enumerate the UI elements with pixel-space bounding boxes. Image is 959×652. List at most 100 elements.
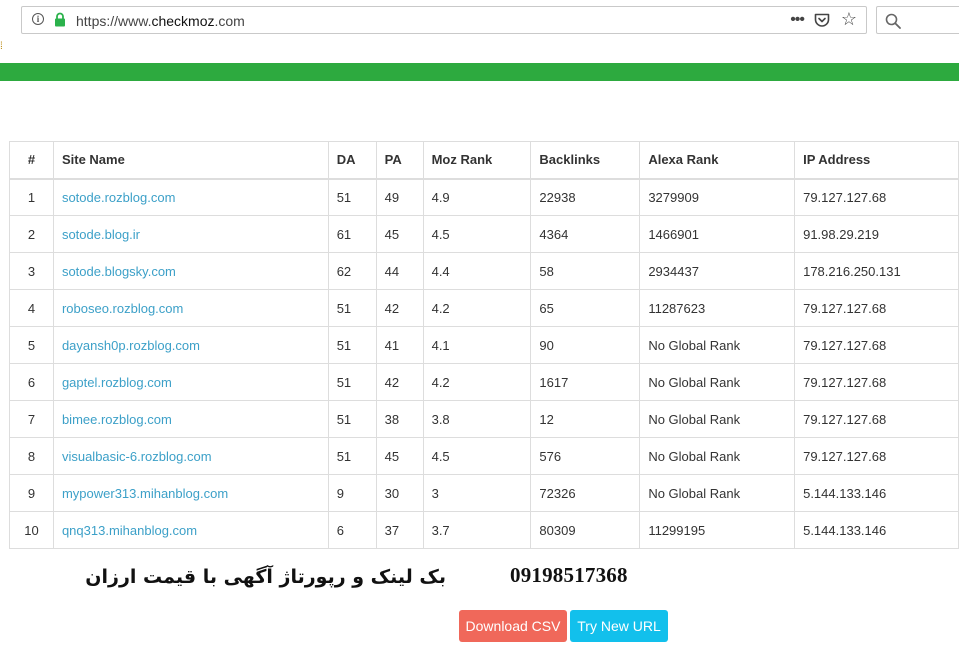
table-row: 2 sotode.blog.ir 61 45 4.5 4364 1466901 91.98.2… — [9, 215, 959, 253]
try-new-url-button[interactable]: Try New URL — [570, 610, 668, 642]
site-link[interactable]: visualbasic-6.rozblog.com — [62, 449, 212, 464]
site-name-cell: qnq313.mihanblog.com — [52, 511, 329, 549]
table-row: 10 qnq313.mihanblog.com 6 37 3.7 80309 1129919… — [9, 511, 959, 549]
table-cell: 51 — [327, 363, 377, 401]
table-cell: 5 — [9, 326, 54, 364]
table-cell: 65 — [530, 289, 641, 327]
table-cell: 2 — [9, 215, 54, 253]
table-cell: 42 — [375, 289, 424, 327]
site-name-cell: bimee.rozblog.com — [52, 400, 329, 438]
table-cell: 4.5 — [422, 215, 532, 253]
table-row: 8 visualbasic-6.rozblog.com 51 45 4.5 576 No G… — [9, 437, 959, 475]
table-cell: 9 — [9, 474, 54, 512]
table-cell: 49 — [375, 178, 424, 216]
pocket-icon[interactable] — [814, 13, 830, 28]
table-cell: 91.98.29.219 — [794, 215, 959, 253]
address-bar[interactable]: i https://www.checkmoz.com ••• ☆ — [21, 6, 867, 34]
table-cell: 45 — [375, 437, 424, 475]
table-cell: 576 — [530, 437, 641, 475]
phone-number: 09198517368 — [510, 563, 628, 587]
site-link[interactable]: bimee.rozblog.com — [62, 412, 172, 427]
table-cell: 1 — [9, 178, 54, 216]
results-table: # Site Name DA PA Moz Rank Backlinks Ale… — [9, 141, 959, 549]
site-link[interactable]: gaptel.rozblog.com — [62, 375, 172, 390]
table-row: 9 mypower313.mihanblog.com 9 30 3 72326 No Glo… — [9, 474, 959, 512]
table-cell: 4.2 — [422, 289, 532, 327]
table-cell: 22938 — [530, 178, 641, 216]
table-cell: 4364 — [530, 215, 641, 253]
site-link[interactable]: qnq313.mihanblog.com — [62, 523, 197, 538]
table-cell: No Global Rank — [639, 437, 796, 475]
column-header: DA — [327, 141, 377, 180]
table-cell: 10 — [9, 511, 54, 549]
table-cell: No Global Rank — [639, 400, 796, 438]
search-box[interactable] — [876, 6, 959, 34]
table-cell: 72326 — [530, 474, 641, 512]
site-name-cell: gaptel.rozblog.com — [52, 363, 329, 401]
table-header-row: # Site Name DA PA Moz Rank Backlinks Ale… — [9, 141, 959, 180]
table-cell: 11299195 — [639, 511, 796, 549]
table-cell: 30 — [375, 474, 424, 512]
site-name-cell: roboseo.rozblog.com — [52, 289, 329, 327]
table-cell: 79.127.127.68 — [794, 437, 959, 475]
table-cell: 38 — [375, 400, 424, 438]
column-header: # — [9, 141, 54, 180]
table-cell: 1466901 — [639, 215, 796, 253]
site-link[interactable]: dayansh0p.rozblog.com — [62, 338, 200, 353]
download-csv-button[interactable]: Download CSV — [459, 610, 567, 642]
site-link[interactable]: sotode.blog.ir — [62, 227, 140, 242]
table-cell: 51 — [327, 400, 377, 438]
favicon-fragment: ⁞ — [0, 41, 3, 52]
site-name-cell: mypower313.mihanblog.com — [52, 474, 329, 512]
table-cell: 3 — [9, 252, 54, 290]
table-cell: 178.216.250.131 — [794, 252, 959, 290]
site-name-cell: sotode.blogsky.com — [52, 252, 329, 290]
table-cell: 12 — [530, 400, 641, 438]
table-cell: 79.127.127.68 — [794, 289, 959, 327]
table-cell: 6 — [327, 511, 377, 549]
table-row: 3 sotode.blogsky.com 62 44 4.4 58 2934437 178.2… — [9, 252, 959, 290]
site-link[interactable]: sotode.blogsky.com — [62, 264, 176, 279]
table-cell: 41 — [375, 326, 424, 364]
table-cell: 37 — [375, 511, 424, 549]
site-name-cell: dayansh0p.rozblog.com — [52, 326, 329, 364]
table-cell: 61 — [327, 215, 377, 253]
column-header: PA — [375, 141, 424, 180]
table-cell: No Global Rank — [639, 474, 796, 512]
table-cell: 51 — [327, 178, 377, 216]
column-header: Moz Rank — [422, 141, 532, 180]
table-cell: 51 — [327, 289, 377, 327]
table-cell: 3.8 — [422, 400, 532, 438]
table-row: 4 roboseo.rozblog.com 51 42 4.2 65 11287623 79.… — [9, 289, 959, 327]
promo-text: بک لینک و رپورتاژ آگهی با قیمت ارزان — [85, 566, 446, 588]
table-cell: 80309 — [530, 511, 641, 549]
column-header: Alexa Rank — [639, 141, 796, 180]
table-cell: 11287623 — [639, 289, 796, 327]
table-cell: 7 — [9, 400, 54, 438]
info-icon[interactable]: i — [32, 13, 44, 25]
table-cell: 4.2 — [422, 363, 532, 401]
table-cell: 51 — [327, 437, 377, 475]
table-cell: 58 — [530, 252, 641, 290]
site-link[interactable]: mypower313.mihanblog.com — [62, 486, 228, 501]
star-icon[interactable]: ☆ — [841, 9, 857, 29]
site-name-cell: sotode.blog.ir — [52, 215, 329, 253]
table-cell: 4.4 — [422, 252, 532, 290]
table-cell: No Global Rank — [639, 326, 796, 364]
table-cell: 8 — [9, 437, 54, 475]
url-text[interactable]: https://www.checkmoz.com — [76, 13, 245, 29]
site-link[interactable]: sotode.rozblog.com — [62, 190, 175, 205]
table-cell: 42 — [375, 363, 424, 401]
table-cell: 79.127.127.68 — [794, 363, 959, 401]
table-cell: 1617 — [530, 363, 641, 401]
table-cell: 4 — [9, 289, 54, 327]
lock-icon — [55, 12, 65, 27]
site-link[interactable]: roboseo.rozblog.com — [62, 301, 183, 316]
table-cell: 5.144.133.146 — [794, 511, 959, 549]
more-icon[interactable]: ••• — [790, 12, 805, 28]
table-cell: 3.7 — [422, 511, 532, 549]
table-row: 6 gaptel.rozblog.com 51 42 4.2 1617 No Global … — [9, 363, 959, 401]
table-cell: 5.144.133.146 — [794, 474, 959, 512]
table-row: 7 bimee.rozblog.com 51 38 3.8 12 No Global Ran… — [9, 400, 959, 438]
table-cell: 4.1 — [422, 326, 532, 364]
